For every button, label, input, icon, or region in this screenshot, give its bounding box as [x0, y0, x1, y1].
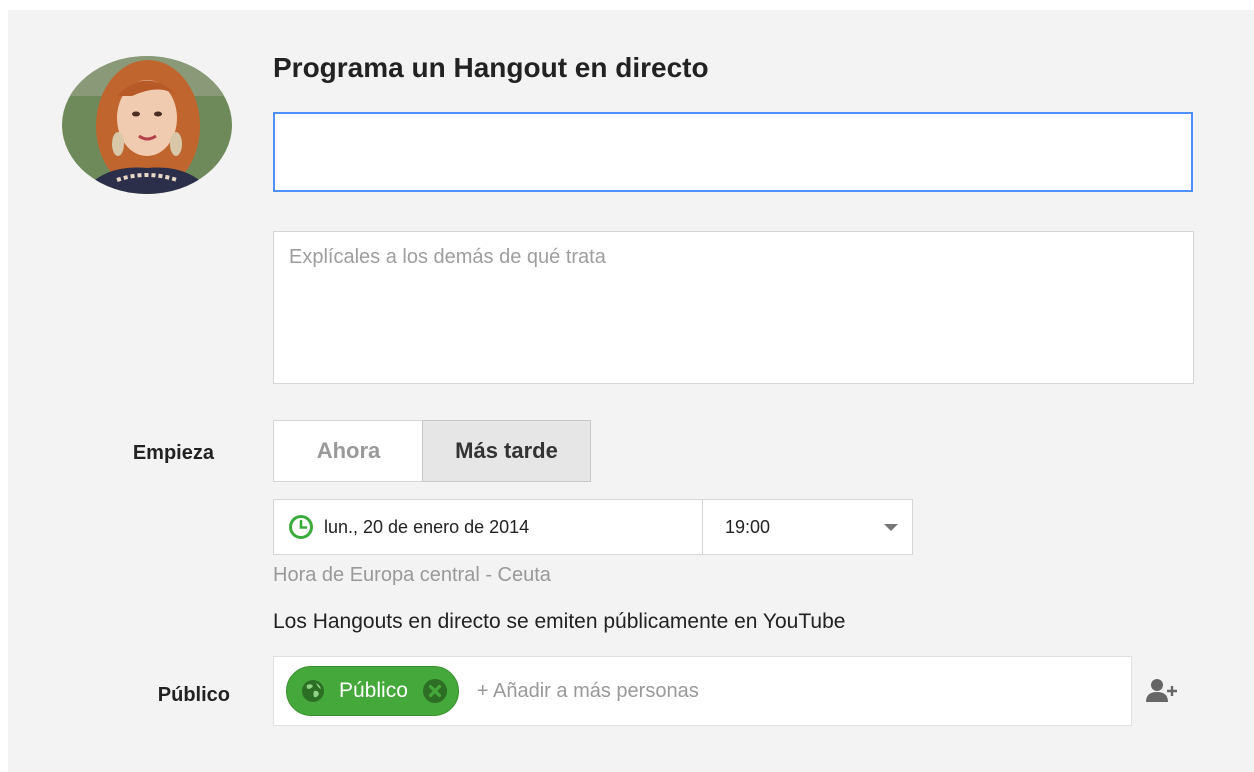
time-select[interactable]: 19:00: [702, 499, 913, 555]
globe-icon: [301, 679, 325, 703]
description-input[interactable]: [273, 231, 1194, 384]
chevron-down-icon: [884, 523, 898, 531]
time-value: 19:00: [725, 516, 771, 537]
audience-label: Público: [157, 684, 230, 706]
start-now-button[interactable]: Ahora: [273, 420, 423, 482]
add-people-input[interactable]: + Añadir a más personas: [477, 680, 699, 703]
date-picker[interactable]: lun., 20 de enero de 2014: [273, 499, 703, 555]
page-title: Programa un Hangout en directo: [273, 52, 709, 83]
start-label: Empieza: [132, 442, 214, 464]
date-value: lun., 20 de enero de 2014: [324, 516, 530, 537]
audience-field[interactable]: Público + Añadir a más personas: [273, 656, 1132, 726]
clock-icon: [288, 514, 314, 540]
timezone-text: Hora de Europa central - Ceuta: [273, 564, 551, 586]
close-icon[interactable]: [422, 678, 448, 704]
public-chip-label: Público: [339, 679, 408, 702]
add-person-icon[interactable]: [1145, 676, 1179, 711]
title-input[interactable]: [273, 112, 1193, 192]
avatar: [62, 56, 232, 194]
start-later-button[interactable]: Más tarde: [422, 420, 591, 482]
public-chip[interactable]: Público: [286, 666, 459, 716]
youtube-notice: Los Hangouts en directo se emiten públic…: [273, 610, 846, 633]
